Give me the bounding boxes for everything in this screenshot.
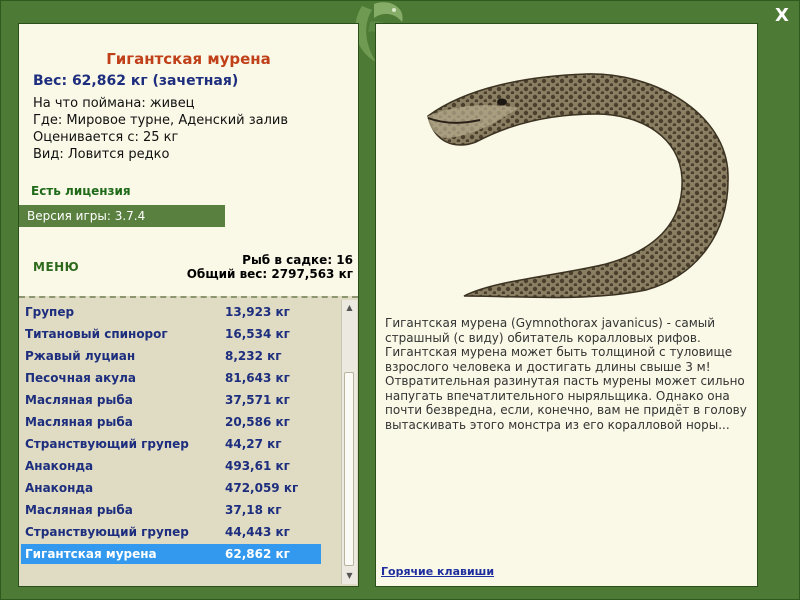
fish-description: Гигантская мурена (Gymnothorax javanicus…	[385, 316, 747, 432]
catch-row[interactable]: Странствующий групер 44,27 кг	[21, 434, 321, 454]
catch-name: Ржавый луциан	[25, 349, 136, 363]
scroll-thumb[interactable]	[344, 372, 354, 566]
fish-location: Где: Мировое турне, Аденский залив	[33, 113, 289, 128]
fish-name: Гигантская мурена	[106, 50, 271, 68]
catch-weight: 13,923 кг	[225, 305, 290, 319]
catch-weight: 37,571 кг	[225, 393, 290, 407]
fish-info-panel: Гигантская мурена Вес: 62,862 кг (зачетн…	[18, 23, 359, 587]
catch-row[interactable]: Групер 13,923 кг	[21, 302, 321, 322]
catch-row[interactable]: Титановый спинорог 16,534 кг	[21, 324, 321, 344]
catch-weight: 472,059 кг	[225, 481, 299, 495]
catch-row[interactable]: Анаконда 493,61 кг	[21, 456, 321, 476]
scroll-up-icon[interactable]: ▲	[342, 300, 357, 316]
menu-button[interactable]: МЕНЮ	[33, 260, 79, 274]
catch-name: Групер	[25, 305, 75, 319]
catch-weight: 44,443 кг	[225, 525, 290, 539]
catch-name: Анаконда	[25, 459, 94, 473]
fish-valued-from: Оценивается с: 25 кг	[33, 130, 179, 145]
catch-weight: 81,643 кг	[225, 371, 290, 385]
fish-weight: Вес: 62,862 кг (зачетная)	[33, 73, 239, 89]
catch-name: Титановый спинорог	[25, 327, 168, 341]
catch-row[interactable]: Песочная акула 81,643 кг	[21, 368, 321, 388]
catch-weight: 493,61 кг	[225, 459, 290, 473]
catch-name: Гигантская мурена	[25, 547, 157, 561]
catch-name: Странствующий групер	[25, 437, 189, 451]
catch-name: Масляная рыба	[25, 393, 133, 407]
catch-list-scrollbar[interactable]: ▲ ▼	[341, 300, 357, 584]
catch-row[interactable]: Масляная рыба 37,18 кг	[21, 500, 321, 520]
catch-name: Масляная рыба	[25, 503, 133, 517]
moray-eel-image	[427, 73, 729, 299]
fish-bait: На что поймана: живец	[33, 96, 195, 111]
fish-species: Вид: Ловится редко	[33, 147, 170, 162]
catch-name: Масляная рыба	[25, 415, 133, 429]
catch-row[interactable]: Масляная рыба 37,571 кг	[21, 390, 321, 410]
catch-row-selected[interactable]: Гигантская мурена 62,862 кг	[21, 544, 321, 564]
close-icon: X	[775, 5, 789, 26]
catch-name: Анаконда	[25, 481, 94, 495]
catch-name: Песочная акула	[25, 371, 136, 385]
fish-details: Гигантская мурена Вес: 62,862 кг (зачетн…	[19, 24, 358, 296]
scroll-down-icon[interactable]: ▼	[342, 568, 357, 584]
cage-count: Рыб в садке: 16	[242, 253, 353, 267]
catch-weight: 62,862 кг	[225, 547, 290, 561]
catch-weight: 44,27 кг	[225, 437, 282, 451]
catch-weight: 8,232 кг	[225, 349, 282, 363]
catch-row[interactable]: Ржавый луциан 8,232 кг	[21, 346, 321, 366]
close-button[interactable]: X	[770, 4, 794, 28]
license-status: Есть лицензия	[31, 184, 131, 198]
catch-list[interactable]: Групер 13,923 кг Титановый спинорог 16,5…	[19, 300, 341, 584]
catch-name: Странствующий групер	[25, 525, 189, 539]
cage-summary: Рыб в садке: 16 Общий вес: 2797,563 кг	[187, 253, 353, 281]
catch-weight: 16,534 кг	[225, 327, 290, 341]
cage-total-weight: Общий вес: 2797,563 кг	[186, 267, 353, 281]
hotkeys-link[interactable]: Горячие клавиши	[381, 565, 494, 578]
catch-weight: 37,18 кг	[225, 503, 282, 517]
catch-weight: 20,586 кг	[225, 415, 290, 429]
catch-row[interactable]: Масляная рыба 20,586 кг	[21, 412, 321, 432]
catch-row[interactable]: Странствующий групер 44,443 кг	[21, 522, 321, 542]
divider	[19, 296, 358, 298]
fish-picture-panel: Гигантская мурена (Gymnothorax javanicus…	[375, 23, 758, 587]
catch-row[interactable]: Анаконда 472,059 кг	[21, 478, 321, 498]
game-version: Версия игры: 3.7.4	[19, 205, 225, 227]
